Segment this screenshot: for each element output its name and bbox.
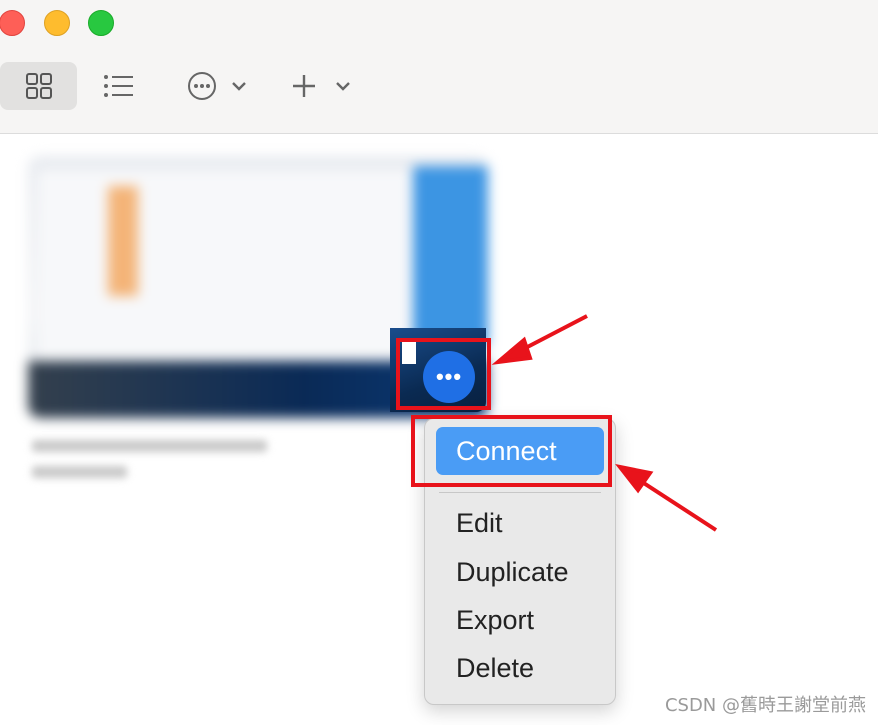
- arrow-to-actions-button: [491, 314, 588, 365]
- annotation-arrows: [491, 314, 718, 532]
- arrow-to-connect: [615, 463, 718, 532]
- watermark: CSDN @舊時王謝堂前燕: [664, 695, 866, 716]
